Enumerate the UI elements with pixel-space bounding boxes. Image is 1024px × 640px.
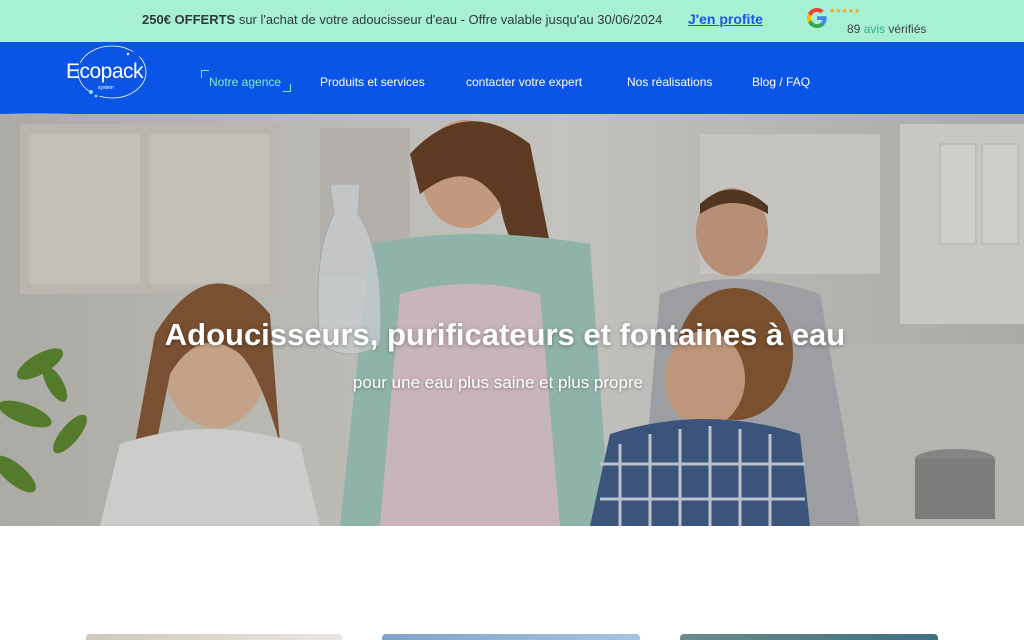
content-card-3[interactable] [680,634,938,640]
nav-item-produits-et-services[interactable]: Produits et services [320,75,425,89]
content-card-2[interactable] [382,634,640,640]
logo-subtext: system [98,85,114,91]
promo-highlight: 250€ OFFERTS [142,12,236,27]
review-word: avis [863,22,886,36]
review-summary: 89 avis vérifiés [847,22,926,36]
hero-subtitle: pour une eau plus saine et plus propre [352,373,644,392]
promo-text: 250€ OFFERTS sur l'achat de votre adouci… [142,12,662,27]
hero-banner: Adoucisseurs, purificateurs et fontaines… [0,114,1024,526]
active-bracket-top-left [201,70,209,78]
nav-item-contacter-expert[interactable]: contacter votre expert [466,75,582,89]
nav-item-notre-agence[interactable]: Notre agence [209,75,281,89]
google-icon [807,8,827,28]
promo-detail: sur l'achat de votre adoucisseur d'eau -… [235,12,663,27]
review-count: 89 [847,22,861,36]
active-bracket-bottom-right [283,84,291,92]
review-suffix: vérifiés [888,22,927,36]
hero-title: Adoucisseurs, purificateurs et fontaines… [164,317,846,352]
content-card-1[interactable] [86,634,342,640]
nav-item-blog-faq[interactable]: Blog / FAQ [752,75,810,89]
promo-banner: 250€ OFFERTS sur l'achat de votre adouci… [0,0,1024,42]
nav-item-nos-realisations[interactable]: Nos réalisations [627,75,712,89]
promo-cta-link[interactable]: J'en profite [688,11,763,27]
rating-stars: ★★★★★ [829,8,861,15]
logo-text: Ecopack [66,60,144,83]
